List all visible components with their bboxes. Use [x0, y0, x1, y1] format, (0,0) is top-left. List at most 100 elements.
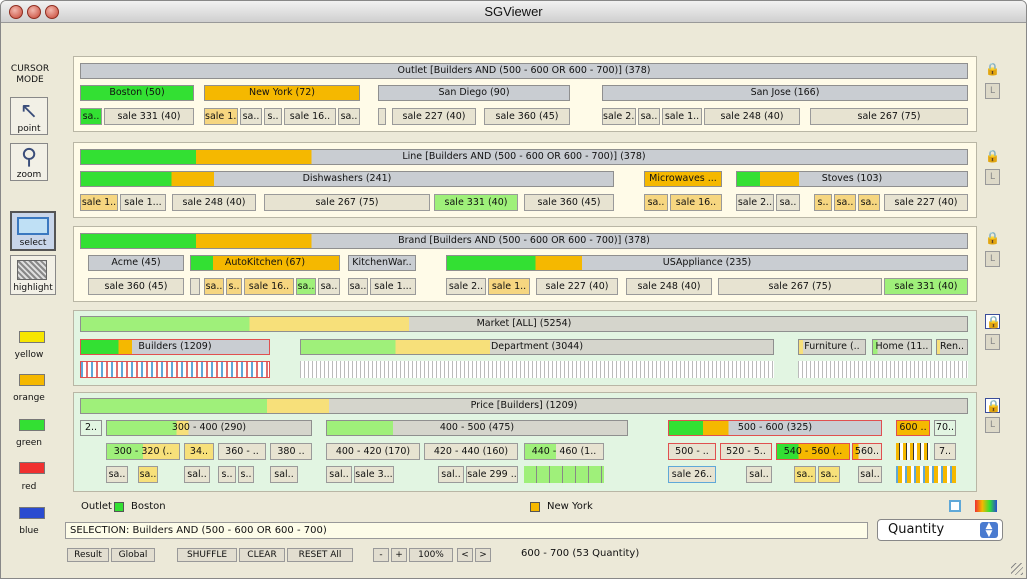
subrange-cell[interactable]: 7..	[934, 443, 956, 460]
sale-cell[interactable]	[190, 278, 200, 295]
subrange-cell[interactable]: 500 - ..	[668, 443, 716, 460]
subrange-cell[interactable]: 300 - 320 (..	[106, 443, 180, 460]
sale-cell[interactable]: sale 267 (75)	[264, 194, 430, 211]
zoom-level[interactable]: 100%	[409, 548, 453, 562]
sale-cell[interactable]: sa..	[834, 194, 856, 211]
sale-cell[interactable]: sale 2..	[736, 194, 774, 211]
group-acme[interactable]: Acme (45)	[88, 255, 184, 271]
sales-strip[interactable]	[524, 466, 604, 483]
zoom-tool[interactable]: ⚲ zoom	[10, 143, 48, 181]
group-500-600[interactable]: 500 - 600 (325)	[668, 420, 882, 436]
sale-cell[interactable]: sale 1..	[488, 278, 530, 295]
global-button[interactable]: Global	[111, 548, 155, 562]
sale-cell[interactable]: sale 1..	[204, 108, 238, 125]
group-dishwashers[interactable]: Dishwashers (241)	[80, 171, 614, 187]
sale-cell[interactable]: sale 1...	[120, 194, 166, 211]
shuffle-button[interactable]: SHUFFLE	[177, 548, 237, 562]
group-department[interactable]: Department (3044)	[300, 339, 774, 355]
sale-cell[interactable]: sale 267 (75)	[718, 278, 882, 295]
group-boston[interactable]: Boston (50)	[80, 85, 194, 101]
subrange-cell[interactable]: 540 - 560 (..	[776, 443, 850, 460]
sale-cell[interactable]: sale 360 (45)	[88, 278, 184, 295]
subrange-cell[interactable]: 440 - 460 (1..	[524, 443, 604, 460]
select-tool[interactable]: select	[10, 211, 56, 251]
sale-cell[interactable]: sale 360 (45)	[484, 108, 570, 125]
resize-grip-icon[interactable]	[1011, 563, 1023, 575]
red-swatch[interactable]	[19, 462, 45, 474]
subrange-cell[interactable]: 520 - 5..	[720, 443, 772, 460]
builders-sales-strip[interactable]	[80, 361, 270, 378]
sale-cell[interactable]: sa..	[240, 108, 262, 125]
sale-cell[interactable]: sale 16..	[284, 108, 336, 125]
sale-cell[interactable]: sal..	[184, 466, 210, 483]
lock-icon[interactable]: 🔒	[985, 231, 1000, 246]
group-price-2[interactable]: 2..	[80, 420, 102, 436]
sale-cell[interactable]: sale 299 ..	[466, 466, 518, 483]
measure-select[interactable]: Quantity ▲ ▼	[877, 519, 1003, 541]
selection-field[interactable]: SELECTION: Builders AND (500 - 600 OR 60…	[65, 522, 868, 539]
group-700[interactable]: 70..	[934, 420, 956, 436]
zoom-in-button[interactable]: +	[391, 548, 407, 562]
green-swatch[interactable]	[19, 419, 45, 431]
group-new-york[interactable]: New York (72)	[204, 85, 360, 101]
previous-button[interactable]: <	[457, 548, 473, 562]
lock-icon[interactable]: 🔒	[985, 62, 1000, 77]
label-toggle-button[interactable]: L	[985, 169, 1000, 185]
sale-cell[interactable]: sal..	[326, 466, 352, 483]
sale-cell[interactable]: sale 1..	[662, 108, 702, 125]
sale-cell[interactable]: sa..	[794, 466, 816, 483]
price-header[interactable]: Price [Builders] (1209)	[80, 398, 968, 414]
group-300-400[interactable]: 300 - 400 (290)	[106, 420, 312, 436]
reset-all-button[interactable]: RESET All	[287, 548, 353, 562]
color-mode-icon[interactable]	[975, 500, 997, 512]
sale-cell[interactable]: sal..	[858, 466, 882, 483]
sale-cell[interactable]: sale 16..	[244, 278, 294, 295]
sale-cell[interactable]: sale 331 (40)	[434, 194, 518, 211]
sale-cell[interactable]: sa..	[858, 194, 880, 211]
highlight-tool[interactable]: highlight	[10, 255, 56, 295]
sale-cell[interactable]	[378, 108, 386, 125]
outlet-header[interactable]: Outlet [Builders AND (500 - 600 OR 600 -…	[80, 63, 968, 79]
sale-cell[interactable]: sale 1...	[370, 278, 416, 295]
sale-cell[interactable]: sale 26..	[668, 466, 716, 483]
subrange-cell[interactable]: 34..	[184, 443, 214, 460]
department-sales-strip[interactable]	[300, 361, 774, 378]
brand-header[interactable]: Brand [Builders AND (500 - 600 OR 600 - …	[80, 233, 968, 249]
sale-cell[interactable]: sale 16..	[670, 194, 722, 211]
subrange-cell[interactable]: 400 - 420 (170)	[326, 443, 420, 460]
orange-swatch[interactable]	[19, 374, 45, 386]
sale-cell[interactable]: sa..	[818, 466, 840, 483]
subrange-cell[interactable]: 560..	[852, 443, 882, 460]
sale-cell[interactable]: sa..	[318, 278, 340, 295]
sale-cell[interactable]: sale 227 (40)	[392, 108, 476, 125]
sale-cell[interactable]: sa..	[338, 108, 360, 125]
group-home[interactable]: Home (11..	[872, 339, 932, 355]
group-kitchenware[interactable]: KitchenWar..	[348, 255, 416, 271]
group-400-500[interactable]: 400 - 500 (475)	[326, 420, 628, 436]
subrange-cell[interactable]: 420 - 440 (160)	[424, 443, 518, 460]
group-furniture[interactable]: Furniture (..	[798, 339, 866, 355]
group-ren[interactable]: Ren..	[936, 339, 968, 355]
sale-cell[interactable]: sale 227 (40)	[884, 194, 968, 211]
sale-cell[interactable]: sa..	[80, 108, 102, 125]
zoom-out-button[interactable]: -	[373, 548, 389, 562]
outline-mode-icon[interactable]	[949, 500, 961, 512]
sale-cell[interactable]: sa..	[348, 278, 368, 295]
sale-cell[interactable]: sale 248 (40)	[626, 278, 712, 295]
subrange-cell[interactable]: 380 ..	[270, 443, 312, 460]
minimize-button[interactable]	[27, 5, 41, 19]
sale-cell[interactable]: sale 267 (75)	[810, 108, 968, 125]
subrange-600-strip[interactable]	[896, 443, 930, 460]
sale-cell[interactable]: s..	[264, 108, 282, 125]
yellow-swatch[interactable]	[19, 331, 45, 343]
other-sales-strip[interactable]	[798, 361, 968, 378]
sale-cell[interactable]: s..	[238, 466, 254, 483]
sale-cell[interactable]: sa..	[638, 108, 660, 125]
point-tool[interactable]: ↖ point	[10, 97, 48, 135]
lock-icon[interactable]: 🔒	[985, 314, 1001, 329]
group-microwaves[interactable]: Microwaves ...	[644, 171, 722, 187]
group-builders[interactable]: Builders (1209)	[80, 339, 270, 355]
sale-cell[interactable]: sal..	[270, 466, 298, 483]
sale-cell[interactable]: sa..	[776, 194, 800, 211]
sale-cell[interactable]: s..	[814, 194, 832, 211]
